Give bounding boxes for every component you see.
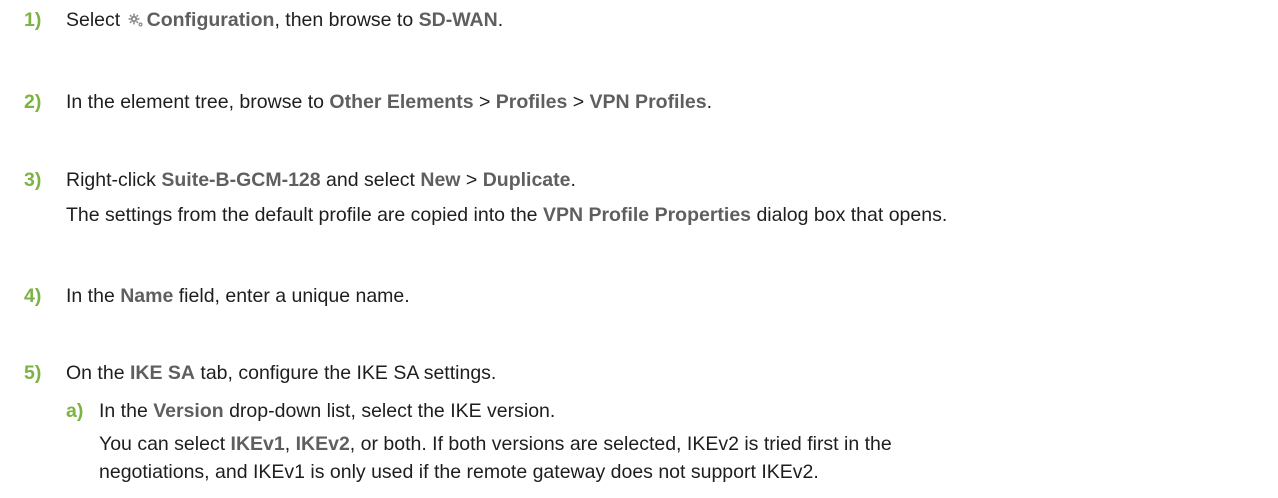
ui-term: Profiles bbox=[495, 91, 568, 113]
step-text: On the IKE SA tab, configure the IKE SA … bbox=[66, 360, 496, 386]
step-text: Right-click Suite-B-GCM-128 and select N… bbox=[66, 167, 576, 193]
text-run: In the bbox=[99, 400, 154, 422]
ui-term: IKEv2 bbox=[295, 433, 350, 455]
gear-icon bbox=[128, 9, 144, 27]
text-run: On the bbox=[66, 362, 130, 384]
ui-term: Version bbox=[153, 400, 224, 422]
text-run: , or both. If both versions are selected… bbox=[349, 433, 892, 455]
text-run: , bbox=[284, 433, 296, 455]
ui-term: SD-WAN bbox=[418, 9, 498, 31]
text-run: drop-down list, select the IKE version. bbox=[223, 400, 556, 422]
text-run: The settings from the default profile ar… bbox=[66, 204, 543, 226]
ui-term: Name bbox=[120, 285, 174, 307]
ui-term: Duplicate bbox=[482, 169, 571, 191]
text-run: negotiations, and IKEv1 is only used if … bbox=[99, 461, 819, 483]
ui-term: Configuration bbox=[146, 9, 275, 31]
ui-term: IKE SA bbox=[129, 362, 195, 384]
substep-text: In the Version drop-down list, select th… bbox=[99, 398, 555, 424]
text-run: . bbox=[570, 169, 576, 191]
substep-a-result-line-1: You can select IKEv1, IKEv2, or both. If… bbox=[99, 431, 892, 457]
step-text: In the element tree, browse to Other Ele… bbox=[66, 89, 712, 115]
text-run: In the element tree, browse to bbox=[66, 91, 330, 113]
text-run: . bbox=[706, 91, 713, 113]
step-number: 1) bbox=[24, 9, 42, 31]
text-run: > bbox=[473, 91, 496, 113]
text-run: You can select bbox=[99, 433, 231, 455]
text-run: , then browse to bbox=[274, 9, 419, 31]
step-3-result: The settings from the default profile ar… bbox=[66, 202, 947, 228]
text-run: In the bbox=[66, 285, 121, 307]
step-text: In the Name field, enter a unique name. bbox=[66, 283, 410, 309]
text-run: dialog box that opens. bbox=[751, 204, 948, 226]
ui-term: VPN Profiles bbox=[589, 91, 707, 113]
step-number: 5) bbox=[24, 362, 42, 384]
step-number: 3) bbox=[24, 169, 42, 191]
ui-term: VPN Profile Properties bbox=[542, 204, 752, 226]
text-run: tab, configure the IKE SA settings. bbox=[194, 362, 497, 384]
text-run: > bbox=[567, 91, 590, 113]
step-text: Select Configuration, then browse to SD-… bbox=[66, 7, 503, 33]
ui-term: Suite-B-GCM-128 bbox=[161, 169, 321, 191]
ui-term: IKEv1 bbox=[230, 433, 285, 455]
text-run: . bbox=[497, 9, 504, 31]
ui-term: New bbox=[420, 169, 461, 191]
substep-a-result-line-2: negotiations, and IKEv1 is only used if … bbox=[99, 459, 819, 485]
ui-term: Other Elements bbox=[329, 91, 474, 113]
step-number: 4) bbox=[24, 285, 42, 307]
substep-number: a) bbox=[66, 400, 84, 422]
text-run: Right-click bbox=[66, 169, 162, 191]
text-run: field, enter a unique name. bbox=[173, 285, 410, 307]
text-run: and select bbox=[320, 169, 421, 191]
text-run: Select bbox=[66, 9, 126, 31]
text-run: > bbox=[460, 169, 483, 191]
step-number: 2) bbox=[24, 91, 42, 113]
